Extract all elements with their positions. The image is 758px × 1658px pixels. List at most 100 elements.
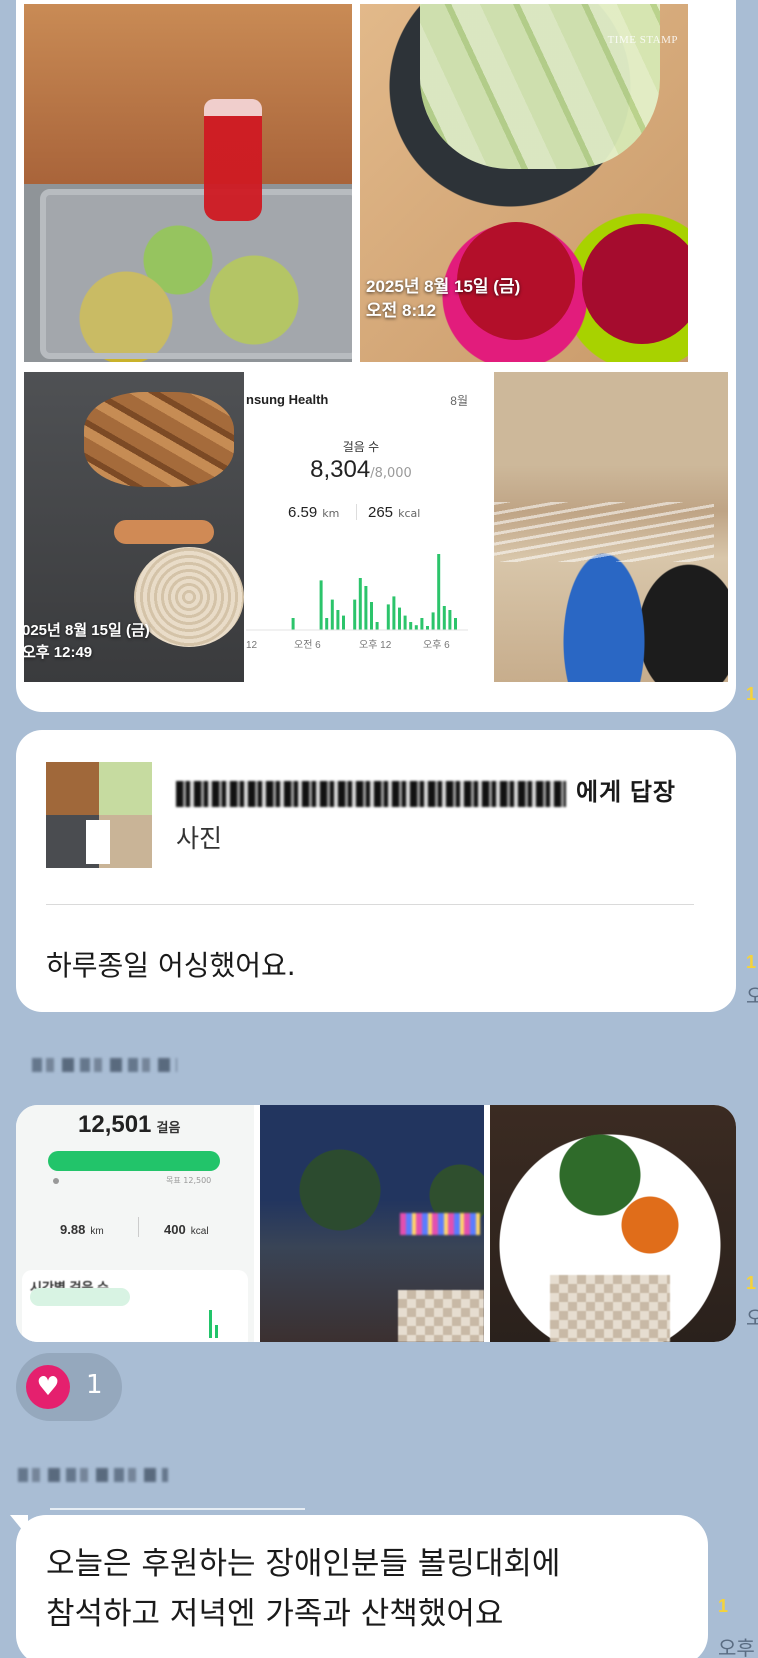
chart-axis-label: 오후 12 xyxy=(359,639,392,651)
chart-bar xyxy=(364,586,368,630)
melon-slices-image xyxy=(420,4,660,169)
wave-foam-image xyxy=(494,502,714,562)
photo-melon[interactable]: TIME STAMP 2025년 8월 15일 (금) 오전 8:12 xyxy=(360,4,688,362)
steps-goal: /8,000 xyxy=(370,466,412,481)
message-time: 오 xyxy=(746,1306,758,1330)
photo-steps-screenshot[interactable]: 12,501 걸음 목표 12,500 9.88 km 400 kcal 시간별… xyxy=(16,1105,254,1342)
steps-count: 12,501 xyxy=(78,1111,152,1138)
sausage-image xyxy=(114,520,214,544)
timestamp-time: 오전 8:12 xyxy=(366,301,437,320)
divider xyxy=(50,1508,305,1510)
chart-bar xyxy=(342,615,345,630)
photo-night-street[interactable] xyxy=(260,1105,484,1342)
chart-bar xyxy=(336,610,340,630)
steps-unit: 걸음 xyxy=(156,1120,181,1135)
photo-beach[interactable] xyxy=(494,372,728,682)
distance-unit: km xyxy=(322,507,340,520)
distance-value: 9.88 xyxy=(60,1222,86,1237)
reaction-badge[interactable]: ♥ 1 xyxy=(16,1353,122,1421)
chart-bar xyxy=(431,612,435,630)
chart-bar xyxy=(291,618,295,630)
calories-stat: 400 kcal xyxy=(164,1219,209,1238)
photo-apples[interactable] xyxy=(24,4,352,362)
photo-grid-message[interactable]: 12,501 걸음 목표 12,500 9.88 km 400 kcal 시간별… xyxy=(16,1105,736,1342)
chart-bar xyxy=(437,554,441,630)
chart-axis-label: 오전 6 xyxy=(294,639,321,651)
progress-goal-label: 목표 12,500 xyxy=(166,1176,212,1185)
chart-bar xyxy=(454,618,457,630)
unread-count: 1 xyxy=(746,1273,757,1293)
unread-count: 1 xyxy=(718,1596,729,1616)
progress-start-dot xyxy=(53,1178,59,1184)
timestamp-date: 025년 8월 15일 (금) xyxy=(24,622,150,639)
distance-stat: 9.88 km xyxy=(60,1219,104,1238)
chart-bar xyxy=(442,606,446,630)
blurred-name xyxy=(176,780,566,807)
reply-thumbnail[interactable] xyxy=(46,762,152,868)
heart-icon: ♥ xyxy=(26,1365,70,1409)
chart-bar xyxy=(215,1325,218,1338)
distance-unit: km xyxy=(90,1226,104,1237)
unread-count: 1 xyxy=(746,952,757,972)
sender-name-blurred[interactable] xyxy=(32,1058,177,1072)
reply-message-bubble[interactable]: 에게 답장 사진 하루종일 어싱했어요. xyxy=(16,730,736,1012)
stat-divider xyxy=(356,504,357,520)
chart-bar xyxy=(392,596,396,630)
steps-row: 8,304/8,000 xyxy=(246,456,476,484)
chart-bar xyxy=(414,625,418,630)
distance-stat: 6.59 km xyxy=(288,502,339,521)
calories-stat: 265 kcal xyxy=(368,502,420,521)
photo-grill[interactable]: 025년 8월 15일 (금) 오후 12:49 xyxy=(24,372,244,682)
message-line: 참석하고 저녁엔 가족과 산책했어요 xyxy=(46,1596,504,1632)
reply-to-label: 에게 답장 xyxy=(576,779,676,806)
timestamp-date: 2025년 8월 15일 (금) xyxy=(366,277,521,296)
mosaic-blur xyxy=(398,1290,484,1342)
message-text[interactable]: 오늘은 후원하는 장애인분들 볼링대회에 참석하고 저녁엔 가족과 산책했어요 xyxy=(46,1539,560,1639)
chart-bar xyxy=(409,622,413,630)
grilled-meat-image xyxy=(84,392,234,487)
chart-bar xyxy=(386,604,390,630)
chart-bar xyxy=(370,602,373,630)
reply-type-label: 사진 xyxy=(176,824,223,853)
stat-divider xyxy=(138,1217,139,1237)
steps-progress-bar xyxy=(48,1151,220,1171)
tray-image xyxy=(40,189,352,359)
calories-unit: kcal xyxy=(398,507,421,520)
photo-grid-message[interactable]: TIME STAMP 2025년 8월 15일 (금) 오전 8:12 025년… xyxy=(16,0,736,712)
chart-bar xyxy=(209,1310,212,1338)
mosaic-blur xyxy=(550,1275,670,1342)
message-text[interactable]: 하루종일 어싱했어요. xyxy=(46,944,296,984)
chart-bar xyxy=(448,610,452,630)
calories-value: 265 xyxy=(368,504,394,521)
street-lights-image xyxy=(400,1213,480,1235)
timestamp-time: 오후 12:49 xyxy=(24,644,93,661)
reply-target: 에게 답장 xyxy=(176,772,676,807)
timestamp-logo: TIME STAMP xyxy=(607,34,678,46)
chart-bar xyxy=(398,607,401,630)
chart-bar xyxy=(358,578,362,630)
sauce-bottle-image xyxy=(204,99,262,221)
photo-buffet-plate[interactable] xyxy=(490,1105,736,1342)
sender-name-blurred[interactable] xyxy=(18,1468,168,1482)
chart-bar xyxy=(353,599,357,630)
divider xyxy=(46,904,694,905)
calories-value: 400 xyxy=(164,1222,186,1237)
chart-bar xyxy=(375,622,379,630)
steps-row: 12,501 걸음 xyxy=(78,1111,180,1139)
chart-axis-label: 오후 6 xyxy=(423,639,450,651)
distance-value: 6.59 xyxy=(288,504,318,521)
chart-bar xyxy=(426,626,429,630)
message-time: 오후 xyxy=(718,1636,755,1658)
steps-label: 걸음 수 xyxy=(342,440,380,454)
hourly-steps-chart: 12 오전 6 오후 12 오후 6 xyxy=(246,554,468,651)
health-app-name: nsung Health xyxy=(246,392,329,407)
message-line: 오늘은 후원하는 장애인분들 볼링대회에 xyxy=(46,1546,561,1582)
steps-count: 8,304 xyxy=(310,456,371,483)
text-message-bubble[interactable]: 오늘은 후원하는 장애인분들 볼링대회에 참석하고 저녁엔 가족과 산책했어요 xyxy=(16,1515,708,1658)
message-time: 오 xyxy=(746,984,758,1008)
time-range-chip xyxy=(30,1288,130,1306)
photo-health-screenshot[interactable]: nsung Health 8월 걸음 수 8,304/8,000 6.59 km… xyxy=(246,372,476,682)
reaction-count: 1 xyxy=(86,1370,103,1400)
chart-bar xyxy=(420,618,424,630)
rice-image xyxy=(134,547,244,647)
